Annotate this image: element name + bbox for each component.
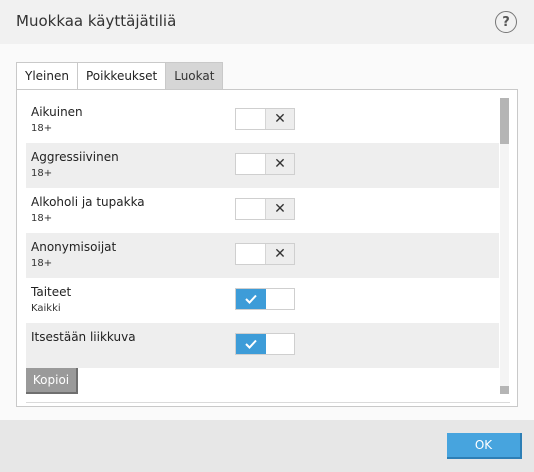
category-toggle[interactable]: ✕ [235,153,295,175]
close-icon: ✕ [265,244,294,264]
close-icon: ✕ [265,154,294,174]
dialog-footer: OK [0,420,534,472]
list-item: Alkoholi ja tupakka 18+ ✕ [26,188,499,233]
divider [26,402,510,403]
tab-exceptions[interactable]: Poikkeukset [76,62,167,89]
help-button[interactable]: ? [495,11,517,33]
category-name: Aggressiivinen [31,150,119,164]
checkmark-icon [236,334,266,354]
title-bar: Muokkaa käyttäjätiliä ? [0,0,534,44]
list-item: Itsestään liikkuva [26,323,499,368]
category-toggle[interactable]: ✕ [235,198,295,220]
category-name: Alkoholi ja tupakka [31,195,145,209]
checkmark-icon [236,289,266,309]
category-name: Aikuinen [31,105,83,119]
scrollbar-end [500,386,509,394]
list-item: Anonymisoijat 18+ ✕ [26,233,499,278]
dialog-title: Muokkaa käyttäjätiliä [16,12,177,30]
category-name: Itsestään liikkuva [31,330,136,344]
tab-categories[interactable]: Luokat [165,62,224,89]
category-age: 18+ [31,123,53,134]
category-toggle[interactable]: ✕ [235,108,295,130]
dialog-content: Yleinen Poikkeukset Luokat Aikuinen 18+ … [0,44,534,420]
list-item: Aikuinen 18+ ✕ [26,98,499,143]
category-age: 18+ [31,168,53,179]
category-name: Anonymisoijat [31,240,117,254]
categories-panel: Aikuinen 18+ ✕ Aggressiivinen 18+ ✕ Alko… [16,89,518,407]
category-list: Aikuinen 18+ ✕ Aggressiivinen 18+ ✕ Alko… [26,98,499,394]
category-name: Taiteet [31,285,72,299]
category-toggle[interactable] [235,288,295,310]
list-scrollbar[interactable] [500,98,509,394]
ok-button[interactable]: OK [447,433,522,459]
category-age: 18+ [31,213,53,224]
list-item: Aggressiivinen 18+ ✕ [26,143,499,188]
close-icon: ✕ [265,109,294,129]
list-item: Taiteet Kaikki [26,278,499,323]
scrollbar-thumb[interactable] [500,98,509,144]
tab-bar: Yleinen Poikkeukset Luokat [16,62,224,89]
category-age: 18+ [31,258,53,269]
category-toggle[interactable]: ✕ [235,243,295,265]
copy-button[interactable]: Kopioi [26,368,78,394]
tab-general[interactable]: Yleinen [16,62,78,89]
category-toggle[interactable] [235,333,295,355]
category-age: Kaikki [31,303,61,314]
close-icon: ✕ [265,199,294,219]
